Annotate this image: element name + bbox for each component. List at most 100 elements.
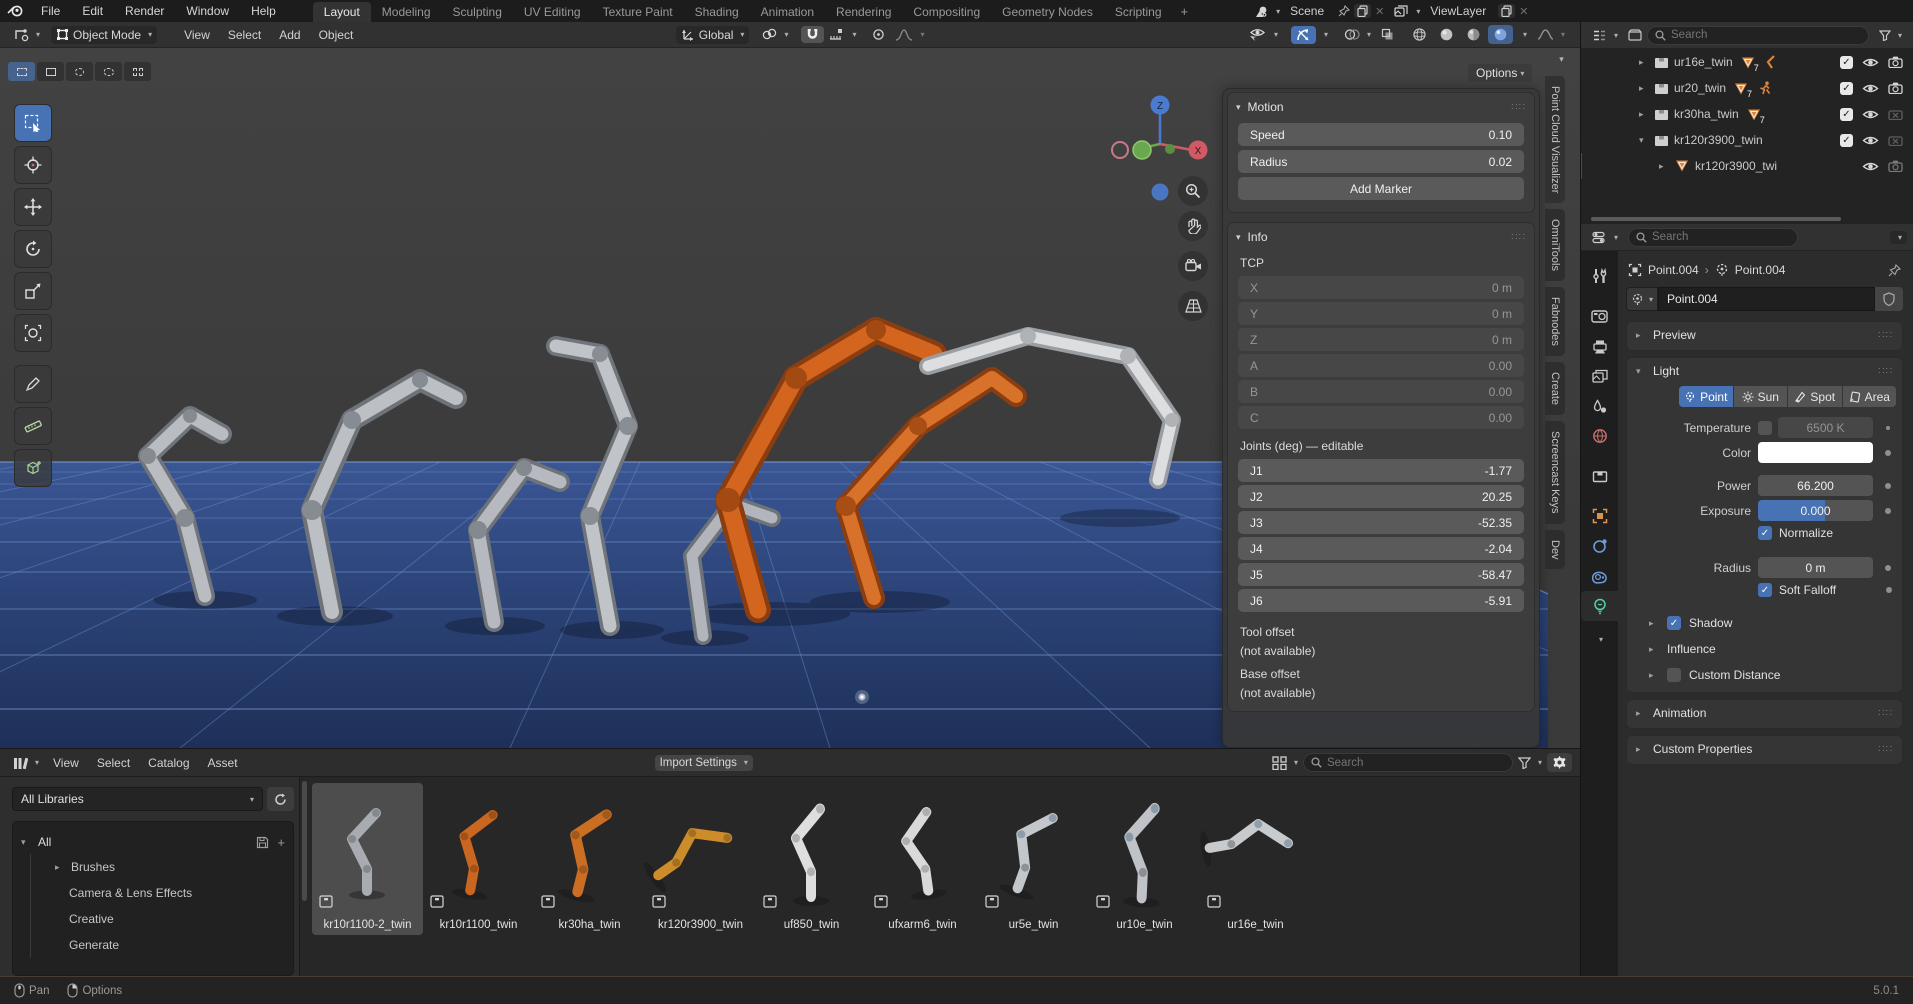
tab-object-data[interactable] <box>1581 591 1618 621</box>
catalog-item-camera-lens-effects[interactable]: Camera & Lens Effects <box>30 880 285 906</box>
tool-scale[interactable] <box>14 272 52 310</box>
workspace-tab-sculpting[interactable]: Sculpting <box>442 2 513 22</box>
outliner-filter-button[interactable]: ▾ <box>1874 28 1907 43</box>
asset-grid-scrollbar[interactable] <box>302 781 307 901</box>
animate-dot[interactable] <box>1886 587 1892 593</box>
workspace-tab-animation[interactable]: Animation <box>750 2 825 22</box>
catalog-item-generate[interactable]: Generate <box>30 932 285 958</box>
asset-menu-view[interactable]: View <box>44 756 88 770</box>
camera-icon[interactable] <box>1888 82 1903 94</box>
eye-icon[interactable] <box>1862 57 1879 68</box>
expand-icon[interactable]: ▸ <box>1639 83 1649 94</box>
snap-toggle[interactable] <box>801 26 824 43</box>
asset-search[interactable] <box>1303 753 1513 772</box>
add-marker-button[interactable]: Add Marker <box>1238 177 1524 200</box>
remove-viewlayer-button[interactable]: ✕ <box>1519 5 1528 18</box>
light-panel-header[interactable]: ▾ Light ∷∷ <box>1627 360 1902 382</box>
animate-dot[interactable] <box>1885 508 1891 514</box>
tab-render[interactable] <box>1581 301 1618 331</box>
asset-search-input[interactable] <box>1327 757 1505 769</box>
gizmo-y-axis[interactable] <box>1133 141 1151 159</box>
asset-card[interactable]: uf850_twin <box>756 783 867 935</box>
joint-j2-field[interactable]: J2 20.25 <box>1238 485 1524 508</box>
outliner-search-input[interactable] <box>1671 29 1861 41</box>
animate-dot[interactable] <box>1885 483 1891 489</box>
asset-card[interactable]: ufxarm6_twin <box>867 783 978 935</box>
camera-disabled-icon[interactable] <box>1888 134 1903 146</box>
properties-search-input[interactable] <box>1652 231 1790 243</box>
joint-j4-field[interactable]: J4 -2.04 <box>1238 537 1524 560</box>
tool-rotate[interactable] <box>14 230 52 268</box>
viewport-canvas[interactable]: Z X Options <box>0 48 1580 748</box>
tab-fabnodes[interactable]: Fabnodes <box>1545 287 1565 356</box>
chevron-down-icon[interactable]: ▾ <box>1559 54 1564 65</box>
tab-world[interactable] <box>1581 421 1618 451</box>
tab-omnitools[interactable]: OmniTools <box>1545 209 1565 281</box>
gizmo-minus-y-axis[interactable] <box>1165 144 1175 154</box>
tab-create[interactable]: Create <box>1545 362 1565 415</box>
library-dropdown[interactable]: All Libraries ▾ <box>12 787 263 811</box>
editor-type-button[interactable]: ▾ <box>8 26 45 44</box>
asset-card[interactable]: kr10r1100_twin <box>423 783 534 935</box>
asset-card[interactable]: kr10r1100-2_twin <box>312 783 423 935</box>
properties-editor-type-button[interactable]: ▾ <box>1587 229 1623 246</box>
breadcrumb-data[interactable]: Point.004 <box>1735 263 1786 277</box>
workspace-tab-layout[interactable]: Layout <box>313 2 371 22</box>
render-preview-dropdown[interactable]: ▾ <box>1532 26 1570 43</box>
checkbox-checked[interactable]: ✓ <box>1840 56 1853 69</box>
eye-icon[interactable] <box>1862 161 1879 172</box>
outliner-row[interactable]: ▾ kr120r3900_twin ✓ <box>1581 127 1913 153</box>
workspace-tab-modeling[interactable]: Modeling <box>371 2 442 22</box>
drag-handle-icon[interactable]: ∷∷ <box>1878 330 1893 341</box>
workspace-tab-shading[interactable]: Shading <box>684 2 750 22</box>
zoom-button[interactable] <box>1178 176 1208 206</box>
eye-icon[interactable] <box>1862 135 1879 146</box>
gizmos-dropdown[interactable]: ▾ <box>1316 28 1333 41</box>
select-mode-tweak[interactable] <box>8 62 35 81</box>
checkbox-checked[interactable]: ✓ <box>1840 108 1853 121</box>
tab-screencast-keys[interactable]: Screencast Keys <box>1545 421 1565 524</box>
add-workspace-button[interactable]: + <box>1173 4 1197 19</box>
outliner-row[interactable]: ▸ kr30ha_twin 7 ✓ <box>1581 101 1913 127</box>
transform-orientation-dropdown[interactable]: Global ▾ <box>676 26 750 44</box>
camera-disabled-icon[interactable] <box>1888 108 1903 120</box>
preview-panel-header[interactable]: ▸ Preview ∷∷ <box>1627 324 1902 346</box>
new-scene-button[interactable] <box>1354 4 1371 18</box>
gizmos-toggle[interactable] <box>1291 26 1316 44</box>
viewport-menu-select[interactable]: Select <box>219 28 270 42</box>
power-field[interactable]: 66.200 <box>1758 475 1873 496</box>
menu-render[interactable]: Render <box>114 4 175 18</box>
animate-dot[interactable] <box>1886 426 1890 430</box>
viewport-menu-add[interactable]: Add <box>270 28 309 42</box>
tool-annotate[interactable] <box>14 365 52 403</box>
tool-transform[interactable] <box>14 314 52 352</box>
pivot-point-dropdown[interactable]: ▾ <box>757 26 793 43</box>
tab-tool[interactable] <box>1581 261 1618 291</box>
custom-properties-panel-header[interactable]: ▸ Custom Properties ∷∷ <box>1627 738 1902 760</box>
tool-move[interactable] <box>14 188 52 226</box>
outliner-row[interactable]: ▸ ur20_twin 7 ✓ <box>1581 75 1913 101</box>
scene-selector[interactable]: ▾ Scene ✕ <box>1254 4 1384 18</box>
workspace-tab-texture-paint[interactable]: Texture Paint <box>592 2 684 22</box>
exposure-slider[interactable]: 0.000 <box>1758 500 1873 521</box>
light-type-point[interactable]: Point <box>1679 386 1733 407</box>
radius-field[interactable]: Radius 0.02 <box>1238 150 1524 173</box>
tab-object[interactable] <box>1581 501 1618 531</box>
toggle-grid-button[interactable] <box>1178 291 1208 321</box>
tab-scene[interactable] <box>1581 391 1618 421</box>
expand-icon[interactable]: ▸ <box>1659 161 1669 172</box>
joint-j3-field[interactable]: J3 -52.35 <box>1238 511 1524 534</box>
asset-card[interactable]: kr120r3900_twin <box>645 783 756 935</box>
expand-icon[interactable]: ▸ <box>1639 57 1649 68</box>
gizmo-minus-x-axis[interactable] <box>1112 142 1128 158</box>
outliner-editor-type-button[interactable]: ▾ <box>1587 27 1623 44</box>
catalog-item-brushes[interactable]: ▸ Brushes <box>30 854 285 880</box>
drag-handle-icon[interactable]: ∷∷ <box>1878 366 1893 377</box>
drag-handle-icon[interactable]: ∷∷ <box>1511 102 1526 113</box>
radius-field[interactable]: 0 m <box>1758 557 1873 578</box>
proportional-editing-toggle[interactable] <box>867 26 890 43</box>
outliner-search[interactable] <box>1647 26 1869 45</box>
asset-filter-button[interactable]: ▾ <box>1513 755 1547 771</box>
unlink-scene-button[interactable]: ✕ <box>1375 5 1384 18</box>
select-mode-paint[interactable] <box>124 62 151 81</box>
